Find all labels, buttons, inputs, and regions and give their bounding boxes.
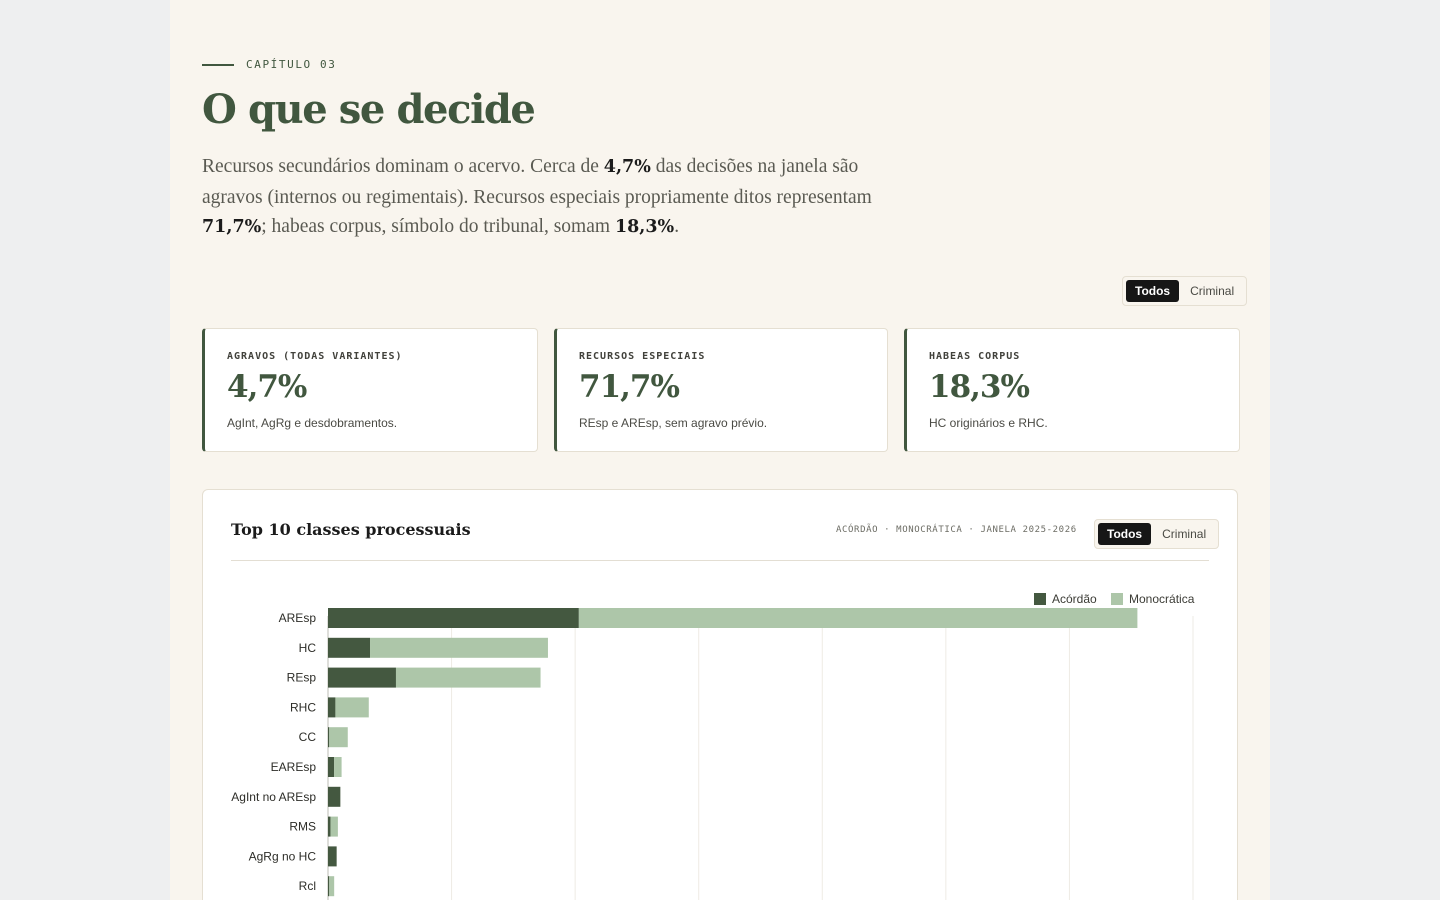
bar-acordao[interactable] — [328, 667, 396, 688]
category-label: RMS — [289, 820, 316, 834]
category-label: RHC — [290, 700, 316, 714]
bar-monocratica[interactable] — [578, 608, 1138, 628]
legend-swatch-monocratica — [1111, 593, 1123, 605]
stat-card-note: AgInt, AgRg e desdobramentos. — [227, 416, 398, 430]
chart-panel: Top 10 classes processuais ACÓRDÃO · MON… — [202, 489, 1238, 900]
category-label: Rcl — [299, 879, 316, 893]
filter-all-button[interactable]: Todos — [1126, 280, 1180, 302]
bar-acordao[interactable] — [328, 637, 371, 658]
lead-value-recursos: 71,7% — [202, 217, 262, 237]
page-title: O que se decide — [202, 86, 536, 133]
stat-card-agravos: AGRAVOS (TODAS VARIANTES) 4,7% AgInt, Ag… — [202, 328, 538, 452]
lead-text-1: Recursos secundários dominam o acervo. C… — [202, 156, 604, 177]
chapter-kicker: CAPÍTULO 03 — [202, 58, 336, 71]
bar-monocratica[interactable] — [329, 876, 335, 897]
legend-label-acordao: Acórdão — [1052, 592, 1097, 606]
bar-acordao[interactable] — [328, 608, 579, 628]
filter-criminal-button[interactable]: Criminal — [1181, 280, 1243, 302]
legend-label-monocratica: Monocrática — [1129, 592, 1195, 606]
lead-value-agravos: 4,7% — [603, 157, 651, 177]
bar-acordao[interactable] — [328, 757, 335, 777]
stat-card-value: 18,3% — [929, 369, 1030, 405]
category-label: HC — [299, 641, 317, 655]
stat-card-value: 4,7% — [227, 369, 307, 405]
lead-value-hc: 18,3% — [614, 217, 675, 237]
chapter-number: CAPÍTULO 03 — [246, 58, 337, 71]
category-label: CC — [299, 730, 317, 744]
bar-acordao[interactable] — [328, 816, 331, 837]
stat-card-label: RECURSOS ESPECIAIS — [579, 351, 706, 362]
bar-monocratica[interactable] — [330, 816, 338, 837]
bar-acordao[interactable] — [328, 846, 337, 867]
bar-monocratica[interactable] — [395, 667, 541, 688]
bar-monocratica[interactable] — [329, 727, 348, 748]
filter-toggle: Todos Criminal — [1122, 276, 1248, 306]
bar-monocratica[interactable] — [335, 697, 369, 718]
category-label: AgRg no HC — [249, 849, 317, 863]
bar-acordao[interactable] — [328, 727, 330, 748]
bar-monocratica[interactable] — [370, 637, 548, 658]
stat-card-note: HC originários e RHC. — [929, 416, 1048, 430]
legend-swatch-acordao — [1034, 593, 1046, 605]
stat-card-recursos-especiais: RECURSOS ESPECIAIS 71,7% REsp e AREsp, s… — [554, 328, 888, 452]
bar-acordao[interactable] — [328, 786, 341, 807]
category-label: EAREsp — [271, 760, 317, 774]
lead-paragraph: Recursos secundários dominam o acervo. C… — [202, 152, 922, 243]
bar-monocratica[interactable] — [334, 757, 342, 777]
category-label: AgInt no AREsp — [231, 790, 316, 804]
stat-card-value: 71,7% — [579, 369, 680, 405]
bar-chart: Acórdão Monocrática AREsp HC REsp RHC CC EAREsp… — [231, 592, 1195, 900]
bar-acordao[interactable] — [328, 697, 336, 718]
stat-card-note: REsp e AREsp, sem agravo prévio. — [579, 416, 768, 430]
category-label: AREsp — [279, 611, 317, 625]
category-label: REsp — [287, 671, 317, 685]
stat-card-label: HABEAS CORPUS — [929, 351, 1021, 362]
lead-text-4: . — [674, 216, 680, 237]
kicker-rule — [202, 63, 234, 66]
chapter-section: CAPÍTULO 03 O que se decide Recursos sec… — [170, 0, 1270, 900]
stat-card-label: AGRAVOS (TODAS VARIANTES) — [227, 351, 403, 362]
lead-text-3: ; habeas corpus, símbolo do tribunal, so… — [261, 216, 615, 237]
bar-acordao[interactable] — [328, 876, 330, 897]
stat-cards: AGRAVOS (TODAS VARIANTES) 4,7% AgInt, Ag… — [202, 328, 1240, 452]
stat-card-habeas-corpus: HABEAS CORPUS 18,3% HC originários e RHC… — [904, 328, 1240, 452]
